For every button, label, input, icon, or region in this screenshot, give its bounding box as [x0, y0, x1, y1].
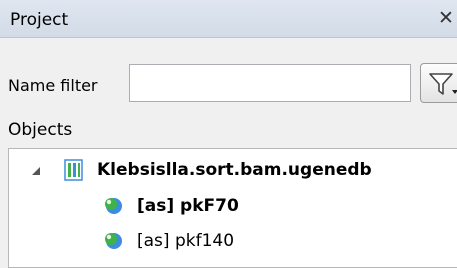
- sequence-icon: [105, 233, 122, 249]
- tree-row[interactable]: [as] pkF70: [9, 191, 457, 221]
- document-icon: [64, 159, 83, 181]
- filter-button[interactable]: [420, 63, 457, 103]
- tree-root-label: Klebsislla.sort.bam.ugenedb: [97, 160, 372, 180]
- expand-arrow-icon[interactable]: [31, 166, 41, 176]
- objects-label: Objects: [8, 120, 73, 140]
- tree-row[interactable]: [as] pkf140: [9, 226, 457, 256]
- name-filter-label: Name filter: [8, 76, 98, 95]
- filter-icon: [429, 73, 457, 95]
- panel-title: Project: [10, 10, 69, 30]
- objects-tree[interactable]: Klebsislla.sort.bam.ugenedb [as] pkF70 […: [8, 148, 457, 268]
- name-filter-input[interactable]: [129, 64, 411, 102]
- tree-row-root[interactable]: Klebsislla.sort.bam.ugenedb: [9, 155, 457, 185]
- close-icon[interactable]: ✕: [438, 7, 454, 29]
- sequence-icon: [105, 198, 122, 214]
- tree-item-label: [as] pkf140: [137, 231, 235, 251]
- panel-header: Project ✕: [0, 0, 457, 38]
- tree-item-label: [as] pkF70: [137, 196, 239, 216]
